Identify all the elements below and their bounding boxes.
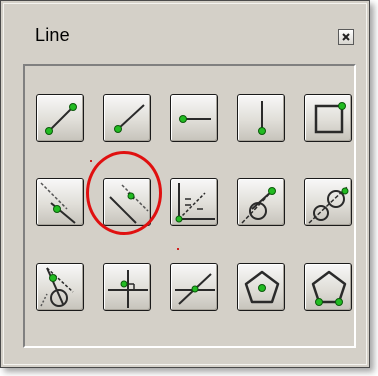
panel-title: Line bbox=[35, 25, 70, 45]
vertical-line-icon bbox=[258, 101, 266, 135]
polygon-icon bbox=[311, 270, 347, 306]
angle-bisector-tool-button[interactable] bbox=[170, 178, 218, 226]
tangent-through-point-icon bbox=[40, 267, 74, 307]
tangent-line-circle-icon bbox=[241, 187, 276, 224]
parallel-line-tool-button[interactable] bbox=[36, 178, 84, 226]
segment-two-points-icon bbox=[45, 103, 77, 135]
parallel-line-icon bbox=[40, 182, 76, 224]
line-at-angle-icon bbox=[175, 273, 215, 305]
vertical-line-tool-button[interactable] bbox=[237, 94, 285, 142]
line-at-angle-tool-button[interactable] bbox=[170, 263, 218, 311]
angle-bisector-icon bbox=[175, 183, 215, 223]
rectangle-icon bbox=[314, 102, 346, 134]
close-icon bbox=[342, 33, 350, 41]
tangent-through-point-tool-button[interactable] bbox=[36, 263, 84, 311]
parallel-offset-line-icon bbox=[109, 184, 149, 224]
perpendicular-line-icon bbox=[108, 270, 148, 308]
ray-icon bbox=[114, 104, 145, 133]
parallel-offset-line-tool-button[interactable] bbox=[103, 178, 151, 226]
horizontal-line-tool-button[interactable] bbox=[170, 94, 218, 142]
segment-tool-button[interactable] bbox=[36, 94, 84, 142]
tangent-two-circles-icon bbox=[308, 186, 349, 224]
close-button[interactable] bbox=[338, 29, 354, 45]
polygon-tool-button[interactable] bbox=[304, 263, 352, 311]
horizontal-line-icon bbox=[179, 115, 211, 123]
tangent-line-circle-tool-button[interactable] bbox=[237, 178, 285, 226]
ray-tool-button[interactable] bbox=[103, 94, 151, 142]
perpendicular-line-tool-button[interactable] bbox=[103, 263, 151, 311]
inscribed-polygon-tool-button[interactable] bbox=[237, 263, 285, 311]
panel-titlebar[interactable]: Line bbox=[4, 4, 366, 60]
inscribed-polygon-icon bbox=[244, 270, 280, 304]
rectangle-tool-button[interactable] bbox=[304, 94, 352, 142]
tangent-two-circles-tool-button[interactable] bbox=[304, 178, 352, 226]
